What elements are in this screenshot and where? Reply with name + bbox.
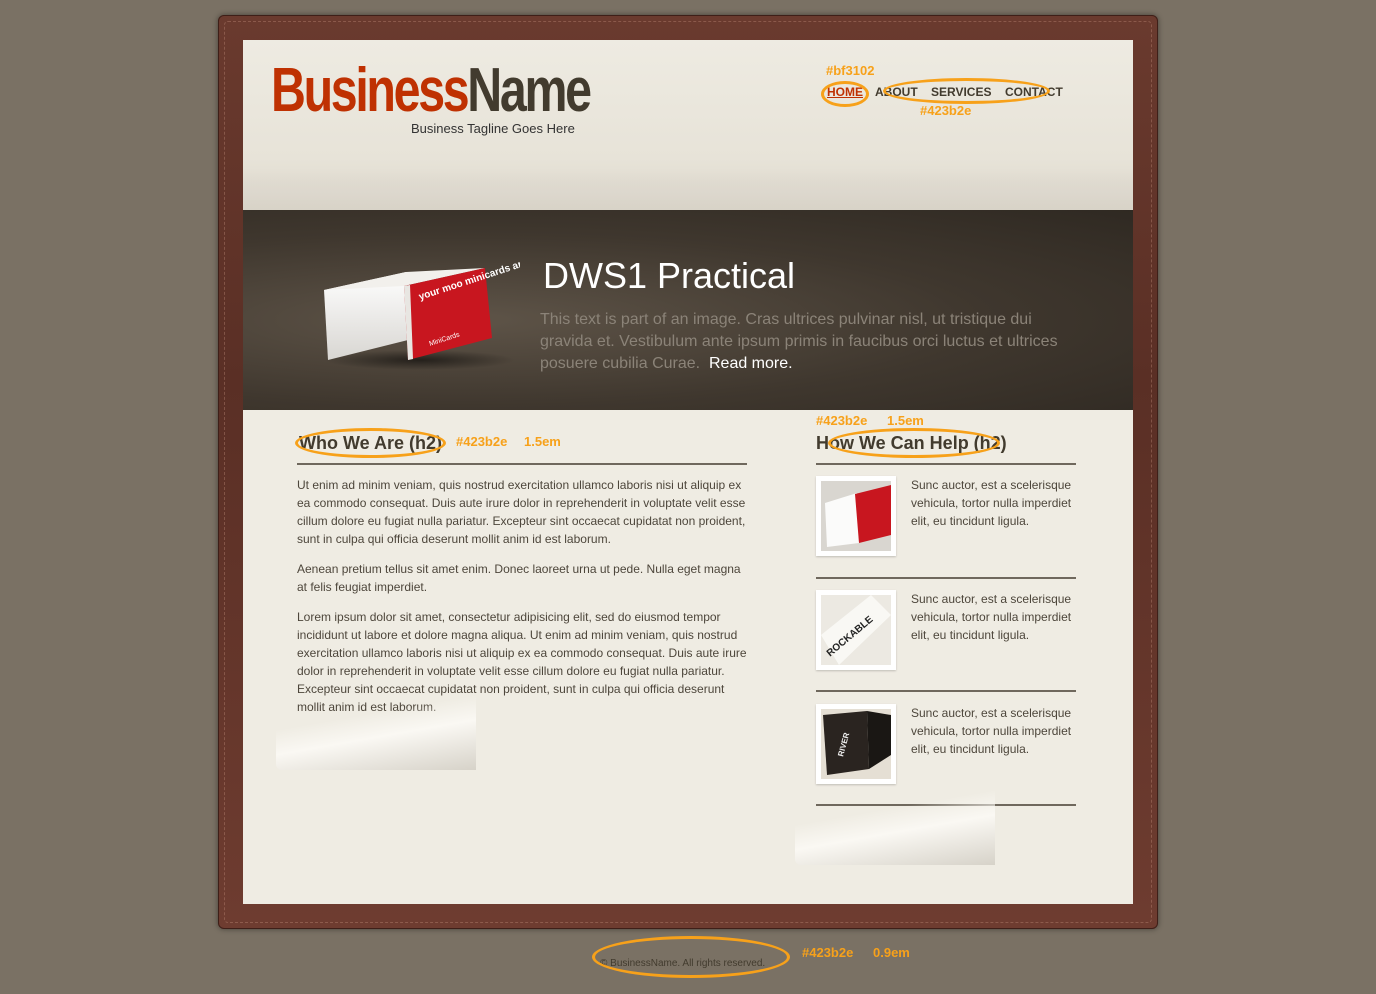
banner-title: DWS1 Practical (543, 255, 796, 296)
paragraph-1: Ut enim ad minim veniam, quis nostrud ex… (297, 478, 746, 546)
annotation-oval-h2-left (295, 428, 446, 458)
annotation-oval-footer (592, 936, 790, 978)
sidebar-text-3: Sunc auctor, est a scelerisque vehicula,… (911, 706, 1072, 756)
annotation-h2-left-color: #423b2e (456, 434, 508, 449)
logo[interactable]: BusinessName (271, 56, 592, 126)
annotation-footer-color: #423b2e (802, 945, 854, 960)
page-curl-left (276, 680, 476, 770)
annotation-nav-active-color: #bf3102 (826, 63, 875, 78)
read-more-link[interactable]: Read more. (709, 355, 793, 372)
annotation-h2-right-color: #423b2e (816, 413, 868, 428)
annotation-h2-right-size: 1.5em (887, 413, 924, 428)
torn-paper-edge (243, 170, 1133, 210)
annotation-oval-home (821, 81, 869, 107)
logo-name: Name (467, 56, 592, 125)
banner-text: This text is part of an image. Cras ultr… (540, 309, 1060, 375)
minicards-thumb-image (821, 481, 891, 551)
sidebar-thumbnail-3[interactable]: RIVER (816, 704, 896, 784)
annotation-oval-nav (883, 78, 1050, 104)
divider-right-1 (816, 577, 1076, 579)
annotation-h2-left-size: 1.5em (524, 434, 561, 449)
divider-right-top (816, 463, 1076, 465)
banner-body: This text is part of an image. Cras ultr… (540, 311, 1058, 372)
logo-business: Business (271, 56, 470, 125)
sidebar-thumbnail-2[interactable]: ROCKABLE (816, 590, 896, 670)
divider-right-2 (816, 690, 1076, 692)
river-thumb-image: RIVER (821, 709, 891, 779)
page-curl-right (795, 775, 995, 865)
sidebar-text-2: Sunc auctor, est a scelerisque vehicula,… (911, 592, 1072, 642)
paragraph-2: Aenean pretium tellus sit amet enim. Don… (297, 562, 741, 594)
sidebar-text-1: Sunc auctor, est a scelerisque vehicula,… (911, 478, 1072, 528)
product-box-image: your moo minicards are inside MiniCards (324, 260, 520, 370)
annotation-nav-color: #423b2e (920, 103, 972, 118)
divider-left (297, 463, 747, 465)
annotation-footer-size: 0.9em (873, 945, 910, 960)
page-container (243, 40, 1133, 904)
tagline: Business Tagline Goes Here (411, 121, 575, 136)
sidebar-thumbnail-1[interactable] (816, 476, 896, 556)
rockable-thumb-image: ROCKABLE (821, 595, 891, 665)
annotation-oval-h2-right (828, 428, 1000, 458)
